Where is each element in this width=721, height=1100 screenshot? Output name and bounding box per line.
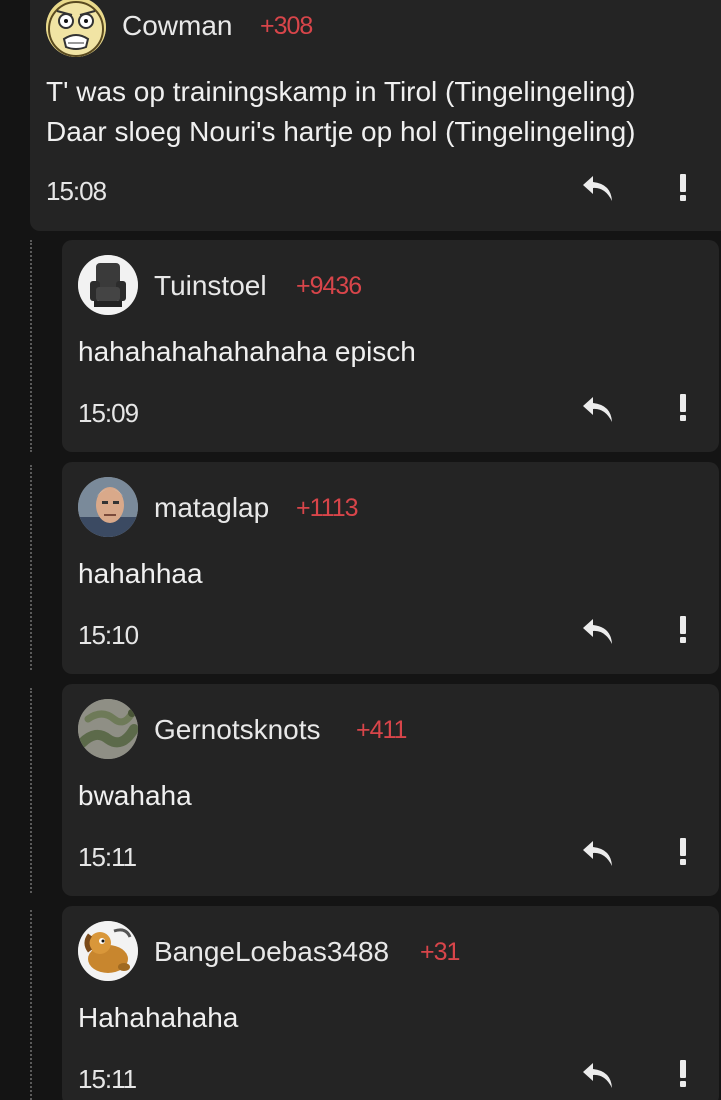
exclamation-icon: [680, 1060, 686, 1087]
username[interactable]: mataglap: [154, 492, 269, 524]
reply-arrow-icon: [583, 841, 612, 866]
report-button[interactable]: [676, 614, 690, 644]
thread-line: [30, 910, 32, 1100]
avatar[interactable]: [78, 255, 138, 315]
comment-body: hahahhaa: [78, 554, 203, 594]
shocked-face-icon: [46, 0, 106, 57]
comment-card: Gernotsknots +411 bwahaha 15:11: [62, 684, 719, 896]
reply-button[interactable]: [581, 1061, 615, 1091]
reply-button[interactable]: [581, 174, 615, 204]
report-button[interactable]: [676, 392, 690, 422]
comment-card: Tuinstoel +9436 hahahahahahahaha episch …: [62, 240, 719, 452]
comment-line: hahahhaa: [78, 558, 203, 589]
reply-button[interactable]: [581, 617, 615, 647]
timestamp: 15:10: [78, 620, 139, 650]
report-button[interactable]: [676, 172, 690, 202]
avatar[interactable]: [78, 699, 138, 759]
man-portrait-icon: [78, 477, 138, 537]
reply-button[interactable]: [581, 395, 615, 425]
score-badge: +31: [420, 938, 460, 966]
report-button[interactable]: [676, 836, 690, 866]
exclamation-icon: [680, 174, 686, 201]
snake-icon: [78, 699, 138, 759]
timestamp: 15:08: [46, 176, 107, 206]
reply-arrow-icon: [583, 397, 612, 422]
reply-arrow-icon: [583, 619, 612, 644]
cartoon-dog-icon: [78, 921, 138, 981]
comment-body: T' was op trainingskamp in Tirol (Tingel…: [46, 72, 636, 152]
comment-body: Hahahahaha: [78, 998, 238, 1038]
reply-arrow-icon: [583, 1063, 612, 1088]
report-button[interactable]: [676, 1058, 690, 1088]
username[interactable]: BangeLoebas3488: [154, 936, 389, 968]
timestamp: 15:09: [78, 398, 139, 428]
score-badge: +9436: [296, 272, 362, 300]
armchair-icon: [78, 255, 138, 315]
avatar[interactable]: [78, 477, 138, 537]
comment-card: Cowman +308 T' was op trainingskamp in T…: [30, 0, 721, 231]
comment-line: Daar sloeg Nouri's hartje op hol (Tingel…: [46, 116, 636, 147]
timestamp: 15:11: [78, 1064, 137, 1094]
username[interactable]: Cowman: [122, 10, 232, 42]
score-badge: +1113: [296, 494, 359, 522]
thread-line: [30, 465, 32, 670]
exclamation-icon: [680, 616, 686, 643]
comment-line: Hahahahaha: [78, 1002, 239, 1033]
score-badge: +308: [260, 12, 313, 40]
comment-body: bwahaha: [78, 776, 192, 816]
username[interactable]: Gernotsknots: [154, 714, 321, 746]
comment-card: BangeLoebas3488 +31 Hahahahaha 15:11: [62, 906, 719, 1100]
avatar[interactable]: [78, 921, 138, 981]
exclamation-icon: [680, 394, 686, 421]
thread-line: [30, 240, 32, 452]
exclamation-icon: [680, 838, 686, 865]
comment-line: T' was op trainingskamp in Tirol (Tingel…: [46, 76, 636, 107]
reply-arrow-icon: [583, 176, 612, 201]
thread-line: [30, 688, 32, 893]
reply-button[interactable]: [581, 839, 615, 869]
comment-body: hahahahahahahaha episch: [78, 332, 416, 372]
avatar[interactable]: [46, 0, 106, 57]
score-badge: +411: [356, 716, 407, 744]
comment-line: hahahahahahahaha episch: [78, 336, 416, 367]
comment-thread: Cowman +308 T' was op trainingskamp in T…: [0, 0, 721, 1100]
timestamp: 15:11: [78, 842, 137, 872]
comment-line: bwahaha: [78, 780, 192, 811]
comment-card: mataglap +1113 hahahhaa 15:10: [62, 462, 719, 674]
username[interactable]: Tuinstoel: [154, 270, 267, 302]
